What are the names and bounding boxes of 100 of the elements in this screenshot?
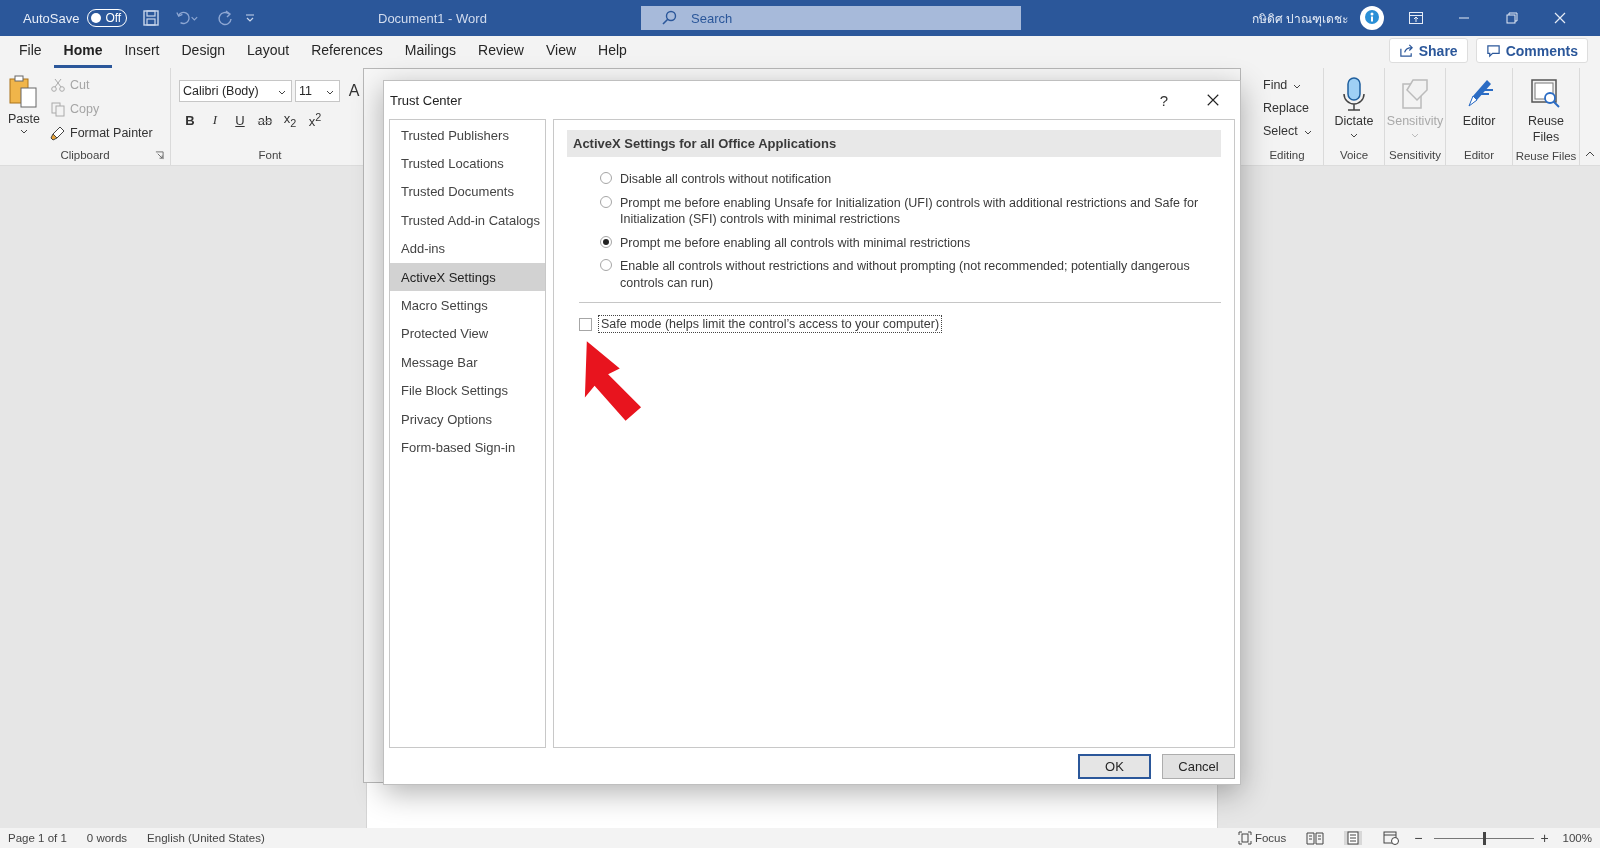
format-button[interactable]: x$^{2}$ xyxy=(304,110,326,130)
word-count[interactable]: 0 words xyxy=(86,832,128,844)
save-icon[interactable] xyxy=(141,9,162,27)
caret-icon xyxy=(1350,132,1358,138)
ribbon-button[interactable]: Reuse Files xyxy=(1515,72,1577,148)
format-painter-button[interactable]: Format Painter xyxy=(50,122,153,143)
zoom-in-button[interactable]: + xyxy=(1540,830,1549,846)
section-header: ActiveX Settings for all Office Applications xyxy=(567,130,1221,157)
format-button[interactable]: x$_{2}$ xyxy=(279,110,301,130)
radio-button[interactable] xyxy=(600,195,612,208)
copy-icon xyxy=(50,100,66,117)
option-label[interactable]: Disable all controls without notification xyxy=(620,171,832,188)
clipboard-icon xyxy=(8,74,40,110)
category-item[interactable]: ActiveX Settings xyxy=(390,262,545,292)
comments-button[interactable]: Comments xyxy=(1475,38,1588,63)
ribbon-tab[interactable]: Review xyxy=(468,42,534,68)
group-label: Editor xyxy=(1463,149,1494,161)
dialog-launcher-icon[interactable] xyxy=(155,150,164,160)
caret-icon xyxy=(1293,83,1302,89)
search-icon xyxy=(661,10,677,26)
search-field[interactable]: Search xyxy=(641,6,1021,30)
comment-icon xyxy=(1485,43,1501,58)
paste-button[interactable]: Paste xyxy=(4,72,44,145)
group-label: Editing xyxy=(1269,149,1305,161)
format-button[interactable]: U xyxy=(229,110,251,130)
replace-button[interactable]: Replace xyxy=(1263,97,1319,118)
collapse-ribbon-icon[interactable] xyxy=(1585,149,1595,159)
scissors-icon xyxy=(50,76,66,93)
ribbon-tab[interactable]: Mailings xyxy=(394,42,467,68)
focus-icon xyxy=(1237,831,1252,845)
font-name-dropdown[interactable]: Calibri (Body) xyxy=(179,80,292,102)
tag-icon xyxy=(1399,76,1431,112)
zoom-out-button[interactable]: − xyxy=(1414,830,1423,846)
format-button[interactable]: I xyxy=(204,110,226,130)
ribbon-button[interactable]: Dictate xyxy=(1330,72,1378,145)
caret-icon xyxy=(1303,129,1312,135)
ribbon-tab[interactable]: References xyxy=(301,42,393,68)
category-item[interactable]: Privacy Options xyxy=(390,404,545,434)
read-mode-icon[interactable] xyxy=(1306,831,1325,845)
group-label: Reuse Files xyxy=(1515,150,1577,163)
category-item[interactable]: File Block Settings xyxy=(390,376,545,405)
category-item[interactable]: Form-based Sign-in xyxy=(390,433,545,462)
close-icon[interactable] xyxy=(1206,93,1220,107)
ribbon-tab[interactable]: Design xyxy=(171,42,236,68)
share-icon xyxy=(1398,43,1414,58)
focus-button[interactable]: Focus xyxy=(1237,831,1287,845)
avatar-icon[interactable] xyxy=(1360,6,1384,30)
caret-icon xyxy=(326,90,334,95)
category-item[interactable]: Trusted Locations xyxy=(390,149,545,178)
radio-button[interactable] xyxy=(600,259,612,271)
autosave-label: AutoSave xyxy=(23,10,80,26)
ribbon-tab[interactable]: Help xyxy=(588,42,637,68)
category-item[interactable]: Trusted Publishers xyxy=(390,121,545,150)
customize-caret-icon[interactable] xyxy=(245,13,256,23)
group-label: Voice xyxy=(1339,149,1369,161)
find-button[interactable]: Find xyxy=(1263,74,1319,95)
option-label[interactable]: Enable all controls without restrictions and without prompting (not recommended; potentially dangerous controls can run) xyxy=(620,258,1220,291)
format-button[interactable]: B xyxy=(179,110,201,130)
font-size-dropdown[interactable]: 11 xyxy=(295,80,340,102)
caret-icon xyxy=(278,90,286,95)
category-item[interactable]: Add-ins xyxy=(390,234,545,263)
checkbox[interactable] xyxy=(579,317,592,331)
restore-icon[interactable] xyxy=(1504,10,1520,26)
dialog-title: Trust Center xyxy=(390,92,463,108)
grow-font-button[interactable]: A xyxy=(343,81,365,101)
language-indicator[interactable]: English (United States) xyxy=(147,832,265,844)
ribbon-tab[interactable]: Layout xyxy=(237,42,300,68)
ribbon-tab[interactable]: File xyxy=(9,42,52,68)
close-icon[interactable] xyxy=(1552,10,1568,26)
group-label: Clipboard xyxy=(60,149,110,161)
ribbon-button[interactable]: Editor xyxy=(1458,72,1500,145)
page-count[interactable]: Page 1 of 1 xyxy=(8,832,67,844)
window-title: Document1 - Word xyxy=(378,10,488,26)
web-layout-icon[interactable] xyxy=(1382,831,1401,845)
select-button[interactable]: Select xyxy=(1263,120,1319,141)
share-button[interactable]: Share xyxy=(1388,38,1468,63)
help-button[interactable]: ? xyxy=(1159,91,1168,109)
user-name: กษิดิศ ปาณฑุเดชะ xyxy=(1251,10,1348,28)
cancel-button[interactable]: Cancel xyxy=(1162,753,1235,779)
print-layout-icon[interactable] xyxy=(1344,831,1363,845)
group-label: Sensitivity xyxy=(1389,149,1441,161)
ribbon-tab[interactable]: View xyxy=(536,42,587,68)
paintbrush-icon xyxy=(50,124,66,141)
zoom-level[interactable]: 100% xyxy=(1562,832,1592,844)
checkbox-label[interactable]: Safe mode (helps limit the control’s access to your computer) xyxy=(598,315,943,333)
category-item[interactable]: Trusted Documents xyxy=(390,177,545,207)
radio-button[interactable] xyxy=(600,235,612,248)
ribbon-tab[interactable]: Insert xyxy=(114,42,170,68)
option-label[interactable]: Prompt me before enabling Unsafe for Initialization (UFI) controls with additional restrictions and Safe for Initialization (SFI) controls with minimal restrictions xyxy=(620,194,1220,228)
category-item[interactable]: Trusted Add-in Catalogs xyxy=(390,206,545,235)
radio-button[interactable] xyxy=(600,172,612,184)
ribbon-display-icon[interactable] xyxy=(1408,10,1424,26)
category-item[interactable]: Macro Settings xyxy=(390,291,545,320)
category-item[interactable]: Message Bar xyxy=(390,348,545,377)
undo-icon[interactable] xyxy=(175,9,200,27)
option-label[interactable]: Prompt me before enabling all controls with minimal restrictions xyxy=(620,234,971,251)
ok-button[interactable]: OK xyxy=(1078,753,1151,779)
caret-icon xyxy=(1411,132,1419,138)
category-item[interactable]: Protected View xyxy=(390,319,545,349)
caret-icon xyxy=(20,129,28,134)
